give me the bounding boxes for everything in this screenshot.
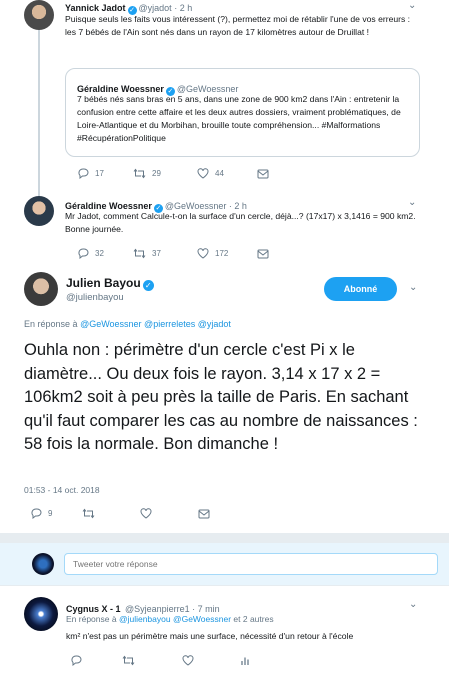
analytics-button[interactable] xyxy=(240,656,256,666)
chevron-down-icon[interactable]: ⌄ xyxy=(409,599,417,610)
tweet-actions: 17 29 44 xyxy=(77,168,377,179)
chevron-down-icon[interactable]: ⌄ xyxy=(409,282,417,293)
like-button[interactable]: 172 xyxy=(197,248,257,259)
tweet-actions xyxy=(70,655,370,666)
author-handle[interactable]: @Syjeanpierre1 xyxy=(125,604,190,614)
like-count: 172 xyxy=(215,249,229,258)
retweet-icon xyxy=(122,655,135,666)
reply-context: En réponse à @julienbayou @GeWoessner et… xyxy=(66,614,274,624)
tweet-time[interactable]: 2 h xyxy=(180,3,193,13)
chevron-down-icon[interactable]: ⌄ xyxy=(408,0,416,11)
mail-icon xyxy=(198,509,210,518)
quote-text: 7 bébés nés sans bras en 5 ans, dans une… xyxy=(77,94,401,143)
tweet-text: Mr Jadot, comment Calcule-t-on la surfac… xyxy=(65,211,416,234)
reply-context-users[interactable]: @julienbayou @GeWoessner xyxy=(119,614,231,624)
author-name[interactable]: Yannick Jadot xyxy=(65,3,126,13)
retweet-icon xyxy=(82,508,95,519)
chevron-down-icon[interactable]: ⌄ xyxy=(408,197,416,208)
reply-button[interactable]: 9 xyxy=(30,508,82,519)
avatar[interactable] xyxy=(24,0,54,30)
like-button[interactable]: 44 xyxy=(197,168,257,179)
main-author-name-row: Julien Bayou ✓ xyxy=(66,274,156,292)
direct-message-button[interactable] xyxy=(257,249,275,259)
reply-context-prefix: En réponse à xyxy=(66,614,117,624)
reply-count: 32 xyxy=(95,249,104,258)
reply-button[interactable] xyxy=(70,655,122,666)
retweet-button[interactable] xyxy=(122,655,182,666)
retweet-button[interactable] xyxy=(82,508,140,519)
avatar xyxy=(32,553,54,575)
main-tweet-text: Ouhla non : périmètre d'un cercle c'est … xyxy=(24,341,418,453)
reply-count: 17 xyxy=(95,169,104,178)
avatar[interactable] xyxy=(24,597,58,631)
author-handle[interactable]: @yjadot xyxy=(139,3,172,13)
like-count: 44 xyxy=(215,169,224,178)
heart-icon xyxy=(197,168,209,179)
retweet-icon xyxy=(133,168,146,179)
retweet-count: 29 xyxy=(152,169,161,178)
reply-context-users[interactable]: @GeWoessner @pierreletes @yjadot xyxy=(80,319,231,329)
section-divider xyxy=(0,533,449,543)
heart-icon xyxy=(182,655,194,666)
reply-count: 9 xyxy=(48,509,53,518)
avatar[interactable] xyxy=(24,196,54,226)
heart-icon xyxy=(197,248,209,259)
verified-badge-icon: ✓ xyxy=(142,280,154,291)
direct-message-button[interactable] xyxy=(257,169,275,179)
like-button[interactable] xyxy=(182,655,240,666)
reply-icon xyxy=(71,655,82,666)
reply-context-prefix: En réponse à xyxy=(24,319,78,329)
mail-icon xyxy=(257,169,269,178)
reply-icon xyxy=(31,508,42,519)
reply-button[interactable]: 17 xyxy=(77,168,133,179)
reply-icon xyxy=(78,248,89,259)
reply-button[interactable]: 32 xyxy=(77,248,133,259)
tweet-actions: 32 37 172 xyxy=(77,248,377,259)
direct-message-button[interactable] xyxy=(198,509,216,519)
retweet-button[interactable]: 29 xyxy=(133,168,197,179)
bar-chart-icon xyxy=(241,657,249,665)
main-tweet-actions: 9 xyxy=(30,508,330,519)
thread-line xyxy=(38,28,40,198)
tweet-text: km² n'est pas un périmètre mais une surf… xyxy=(66,631,354,641)
author-name[interactable]: Julien Bayou xyxy=(66,276,141,290)
follow-button[interactable]: Abonné xyxy=(324,277,397,301)
mail-icon xyxy=(257,249,269,258)
reply-icon xyxy=(78,168,89,179)
retweet-icon xyxy=(133,248,146,259)
tweet-time[interactable]: 7 min xyxy=(198,604,220,614)
author-name[interactable]: Cygnus X - 1 xyxy=(66,604,121,614)
retweet-count: 37 xyxy=(152,249,161,258)
section-divider xyxy=(0,585,449,586)
avatar[interactable] xyxy=(24,272,58,306)
reply-context: En réponse à @GeWoessner @pierreletes @y… xyxy=(24,319,231,329)
author-handle[interactable]: @julienbayou xyxy=(66,292,124,303)
tweet-timestamp[interactable]: 01:53 - 14 oct. 2018 xyxy=(24,485,100,495)
tweet-text: Puisque seuls les faits vous intéressent… xyxy=(65,14,411,37)
reply-context-suffix[interactable]: et 2 autres xyxy=(233,614,273,624)
like-button[interactable] xyxy=(140,508,198,519)
reply-input[interactable] xyxy=(64,553,438,575)
heart-icon xyxy=(140,508,152,519)
retweet-button[interactable]: 37 xyxy=(133,248,197,259)
